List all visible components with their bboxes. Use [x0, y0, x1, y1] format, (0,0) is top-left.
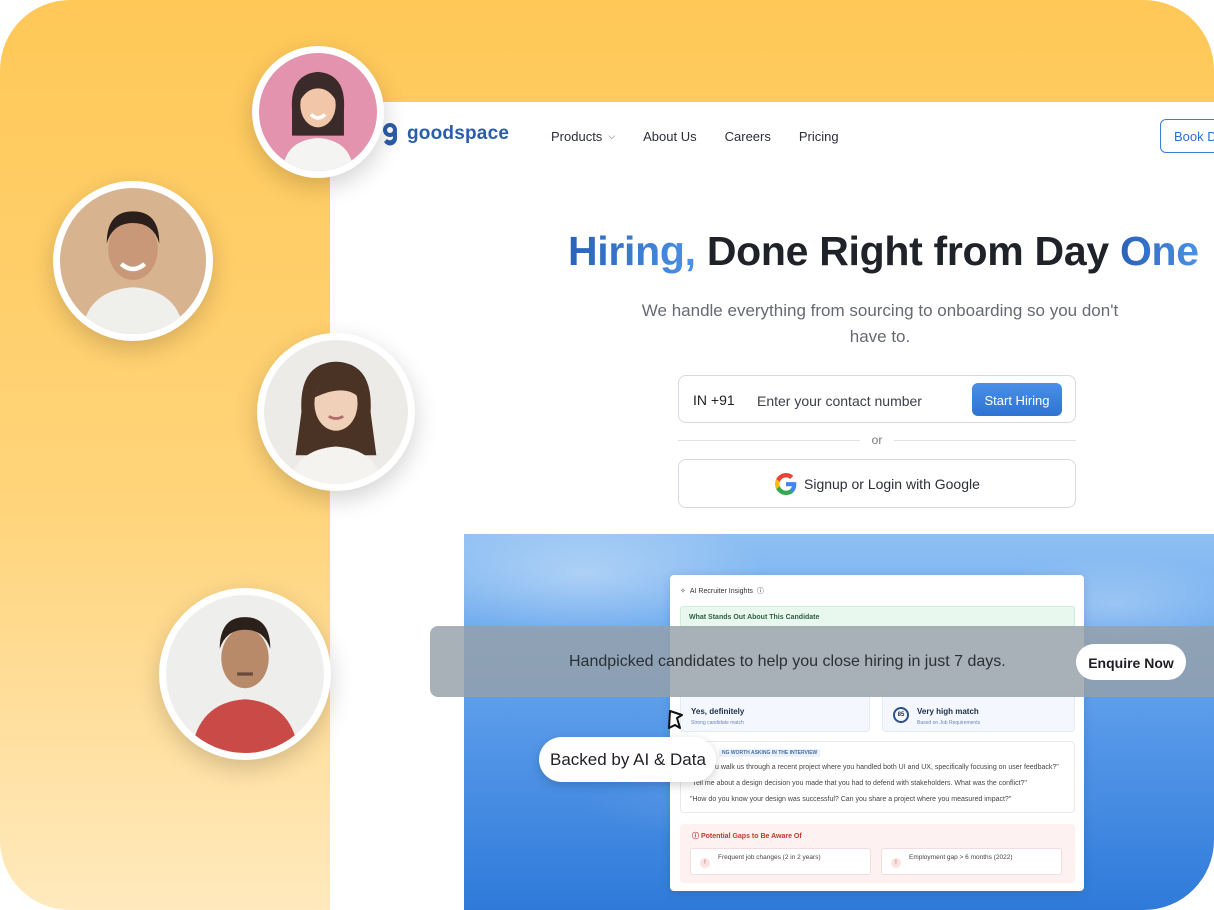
hero-title: Hiring, Done Right from Day One — [568, 228, 1199, 275]
promo-banner: Handpicked candidates to help you close … — [430, 626, 1214, 697]
card-header-label: AI Recruiter Insights — [689, 587, 753, 595]
info-icon: ⓘ — [756, 588, 764, 595]
gaps-title: ⓘ Potential Gaps to Be Aware Of — [692, 833, 802, 840]
hero-title-part1: Hiring, — [568, 228, 696, 274]
interview-questions: NG WORTH ASKING IN THE INTERVIEW u walk … — [680, 741, 1075, 813]
phone-input[interactable] — [755, 389, 959, 413]
person-icon — [60, 188, 206, 334]
goodspace-logo-icon — [383, 123, 397, 146]
match-sub: Based on Job Requirements — [917, 720, 981, 726]
avatar-woman-brunette — [257, 333, 415, 491]
book-demo-button[interactable]: Book De — [1160, 119, 1214, 153]
chevron-down-icon: ⌵ — [608, 131, 616, 141]
gap-item: ! Frequent job changes (2 in 2 years) — [690, 848, 871, 875]
alert-icon: ! — [891, 858, 901, 868]
person-icon — [259, 53, 377, 171]
ai-insights-card: ✧ AI Recruiter Insights ⓘ What Stands Ou… — [670, 575, 1084, 891]
nav-about-label: About Us — [643, 129, 697, 144]
recommend-card: Yes, definitely Strong candidate match — [680, 692, 870, 732]
hero-title-part3: One — [1119, 228, 1199, 274]
match-card: 85 Very high match Based on Job Requirem… — [882, 692, 1075, 732]
gap-text: Frequent job changes (2 in 2 years) — [718, 854, 821, 861]
card-header: ✧ AI Recruiter Insights ⓘ — [680, 586, 764, 596]
logo[interactable]: goodspace — [380, 120, 509, 148]
potential-gaps: ⓘ Potential Gaps to Be Aware Of ! Freque… — [680, 824, 1075, 883]
nav-products[interactable]: Products ⌵ — [551, 129, 615, 144]
question-item: "How do you know your design was success… — [690, 796, 1012, 803]
nav-pricing[interactable]: Pricing — [799, 129, 839, 144]
or-label: or — [871, 433, 883, 447]
top-nav: goodspace Products ⌵ About Us Careers Pr… — [330, 102, 1214, 172]
avatar-photo — [60, 188, 206, 334]
questions-tag: NG WORTH ASKING IN THE INTERVIEW — [719, 749, 821, 757]
nav-careers-label: Careers — [724, 129, 771, 144]
promo-frame: goodspace Products ⌵ About Us Careers Pr… — [0, 0, 1214, 910]
nav-careers[interactable]: Careers — [725, 129, 771, 144]
country-code-select[interactable]: IN +91 — [693, 392, 735, 408]
banner-text: Handpicked candidates to help you close … — [569, 653, 1006, 670]
nav-links: Products ⌵ About Us Careers Pricing — [551, 129, 839, 144]
avatar-man-red-shirt — [159, 588, 331, 760]
question-item: u walk us through a recent project where… — [715, 764, 1059, 771]
match-title: Very high match — [917, 707, 979, 716]
avatar-photo — [259, 53, 377, 171]
divider-line-right — [894, 440, 1076, 441]
question-item: "Tell me about a design decision you mad… — [690, 780, 1027, 787]
hero-subtitle: We handle everything from sourcing to on… — [641, 301, 1119, 346]
stand-out-title: What Stands Out About This Candidate — [689, 614, 820, 621]
person-icon — [264, 340, 408, 484]
stand-out-section: What Stands Out About This Candidate — [680, 606, 1075, 628]
match-score-ring: 85 — [893, 707, 909, 723]
avatar-man-smiling — [53, 181, 213, 341]
avatar-photo — [166, 595, 324, 753]
gap-item: ! Employment gap > 6 months (2022) — [881, 848, 1062, 875]
google-signup-button[interactable]: Signup or Login with Google — [678, 459, 1076, 508]
avatar-photo — [264, 340, 408, 484]
brand-name: goodspace — [407, 123, 510, 144]
avatar-woman-pink — [252, 46, 384, 178]
sparkle-icon: ✧ — [680, 588, 686, 595]
enquire-now-button[interactable]: Enquire Now — [1076, 644, 1186, 680]
alert-icon: ! — [700, 858, 710, 868]
divider-line-left — [678, 440, 860, 441]
gaps-title-label: Potential Gaps to Be Aware Of — [700, 833, 802, 840]
phone-signup-box: IN +91 Start Hiring — [678, 375, 1076, 423]
google-icon — [775, 473, 797, 495]
nav-pricing-label: Pricing — [798, 129, 839, 144]
backed-by-badge: Backed by AI & Data — [539, 737, 716, 782]
nav-about[interactable]: About Us — [643, 129, 696, 144]
or-divider: or — [678, 432, 1076, 448]
recommend-title: Yes, definitely — [691, 707, 745, 716]
google-button-label: Signup or Login with Google — [804, 476, 980, 492]
nav-products-label: Products — [551, 129, 603, 144]
hero-title-part2: Done Right from Day — [695, 228, 1120, 274]
person-icon — [166, 595, 324, 753]
cursor-icon — [668, 710, 683, 729]
recommend-sub: Strong candidate match — [691, 720, 744, 726]
start-hiring-button[interactable]: Start Hiring — [972, 383, 1062, 416]
gap-text: Employment gap > 6 months (2022) — [909, 854, 1013, 861]
